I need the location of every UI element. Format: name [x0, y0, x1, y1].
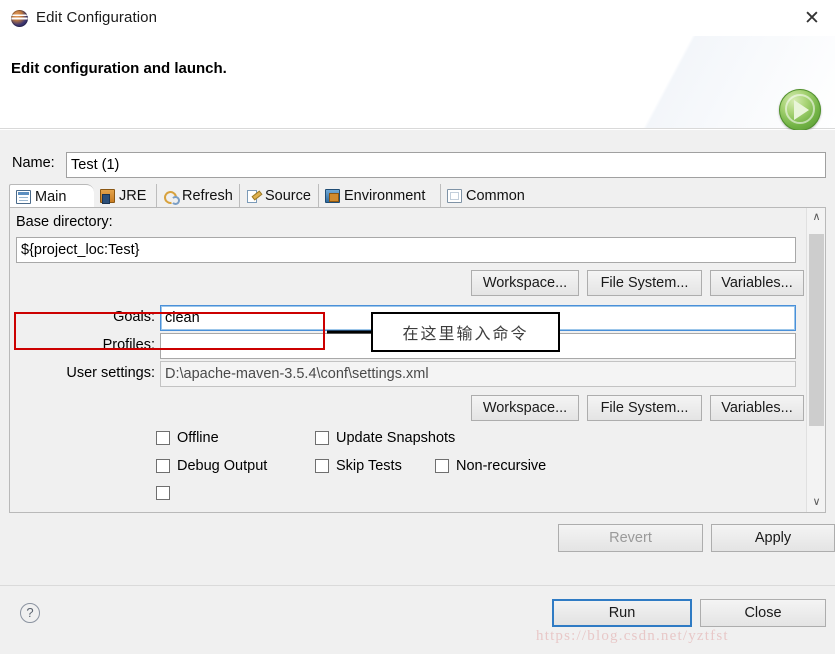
base-variables-button[interactable]: Variables... — [710, 270, 804, 296]
run-button[interactable]: Run — [552, 599, 692, 627]
edit-configuration-dialog: Edit Configuration ✕ Edit configuration … — [0, 0, 835, 654]
user-settings-label: User settings: — [66, 365, 155, 381]
tab-main[interactable]: Main — [9, 184, 94, 208]
checkbox-debug-output-label: Debug Output — [177, 458, 268, 474]
checkbox-skip-tests[interactable]: Skip Tests — [315, 458, 402, 474]
checkbox-offline-box[interactable] — [156, 431, 170, 445]
goals-label: Goals: — [113, 309, 155, 325]
checkbox-non-recursive-label: Non-recursive — [456, 458, 547, 474]
settings-workspace-button[interactable]: Workspace... — [471, 395, 579, 421]
main-tab-panel: Base directory: Workspace... File System… — [9, 207, 826, 513]
close-button[interactable]: Close — [700, 599, 826, 627]
scroll-up-arrow-icon[interactable]: ∧ — [807, 208, 825, 227]
checkbox-non-recursive-box[interactable] — [435, 459, 449, 473]
apply-button[interactable]: Apply — [711, 524, 835, 552]
tab-refresh-label: Refresh — [182, 188, 233, 204]
tab-jre[interactable]: JRE — [94, 184, 157, 208]
apply-bar: Revert Apply — [9, 520, 835, 560]
panel-vertical-scrollbar[interactable]: ∧ ∨ — [806, 208, 825, 512]
tab-source-label: Source — [265, 188, 311, 204]
scrollbar-thumb[interactable] — [809, 234, 824, 426]
base-file-system-button[interactable]: File System... — [587, 270, 702, 296]
eclipse-logo-icon — [11, 10, 28, 27]
checkbox-update-snapshots-box[interactable] — [315, 431, 329, 445]
checkbox-non-recursive[interactable]: Non-recursive — [435, 458, 546, 474]
revert-button[interactable]: Revert — [558, 524, 703, 552]
tab-common-label: Common — [466, 188, 525, 204]
name-input[interactable] — [66, 152, 826, 178]
tab-environment-label: Environment — [344, 188, 426, 204]
common-window-icon — [447, 189, 462, 203]
checkbox-clipped-partial-box[interactable] — [156, 486, 170, 500]
settings-variables-button[interactable]: Variables... — [710, 395, 804, 421]
checkbox-update-snapshots-label: Update Snapshots — [336, 430, 456, 446]
source-pencil-icon — [246, 189, 261, 203]
run-badge-ring — [785, 94, 815, 124]
title-bar: Edit Configuration ✕ — [0, 0, 835, 36]
jre-books-icon — [100, 189, 115, 204]
user-settings-input[interactable] — [160, 361, 796, 387]
checkbox-clipped-partial[interactable] — [156, 486, 170, 500]
close-icon[interactable]: ✕ — [799, 6, 825, 32]
environment-icon — [325, 189, 340, 203]
checkbox-offline-label: Offline — [177, 430, 219, 446]
green-run-play-icon — [779, 89, 821, 131]
annotation-callout: 在这里输入命令 — [371, 312, 560, 352]
tab-main-label: Main — [35, 188, 67, 205]
checkbox-update-snapshots[interactable]: Update Snapshots — [315, 430, 455, 446]
main-tab-content: Base directory: Workspace... File System… — [10, 208, 805, 512]
base-directory-input[interactable] — [16, 237, 796, 263]
tab-refresh[interactable]: Refresh — [157, 184, 240, 208]
checkbox-debug-output-box[interactable] — [156, 459, 170, 473]
tab-source[interactable]: Source — [240, 184, 319, 208]
tab-common[interactable]: Common — [441, 184, 540, 208]
refresh-arrows-icon — [163, 189, 180, 205]
dialog-header: Edit configuration and launch. — [0, 36, 835, 131]
help-icon[interactable]: ? — [20, 603, 40, 623]
tab-environment[interactable]: Environment — [319, 184, 441, 208]
dialog-body: Name: Main JRE Refresh Source — [0, 130, 835, 585]
checkbox-offline[interactable]: Offline — [156, 430, 219, 446]
profiles-label: Profiles: — [102, 337, 155, 353]
settings-file-system-button[interactable]: File System... — [587, 395, 702, 421]
checkbox-debug-output[interactable]: Debug Output — [156, 458, 267, 474]
window-title: Edit Configuration — [36, 9, 158, 26]
tab-bar: Main JRE Refresh Source Environment Comm… — [9, 184, 826, 208]
checkbox-skip-tests-box[interactable] — [315, 459, 329, 473]
name-label: Name: — [12, 155, 55, 171]
name-row: Name: — [9, 152, 826, 178]
tab-jre-label: JRE — [119, 188, 147, 204]
checkbox-skip-tests-label: Skip Tests — [336, 458, 402, 474]
main-page-icon — [16, 189, 31, 204]
base-directory-label: Base directory: — [16, 214, 113, 230]
base-workspace-button[interactable]: Workspace... — [471, 270, 579, 296]
scroll-down-arrow-icon[interactable]: ∨ — [807, 493, 825, 512]
watermark-text: https://blog.csdn.net/yztfst — [536, 628, 729, 644]
header-title: Edit configuration and launch. — [11, 60, 227, 77]
